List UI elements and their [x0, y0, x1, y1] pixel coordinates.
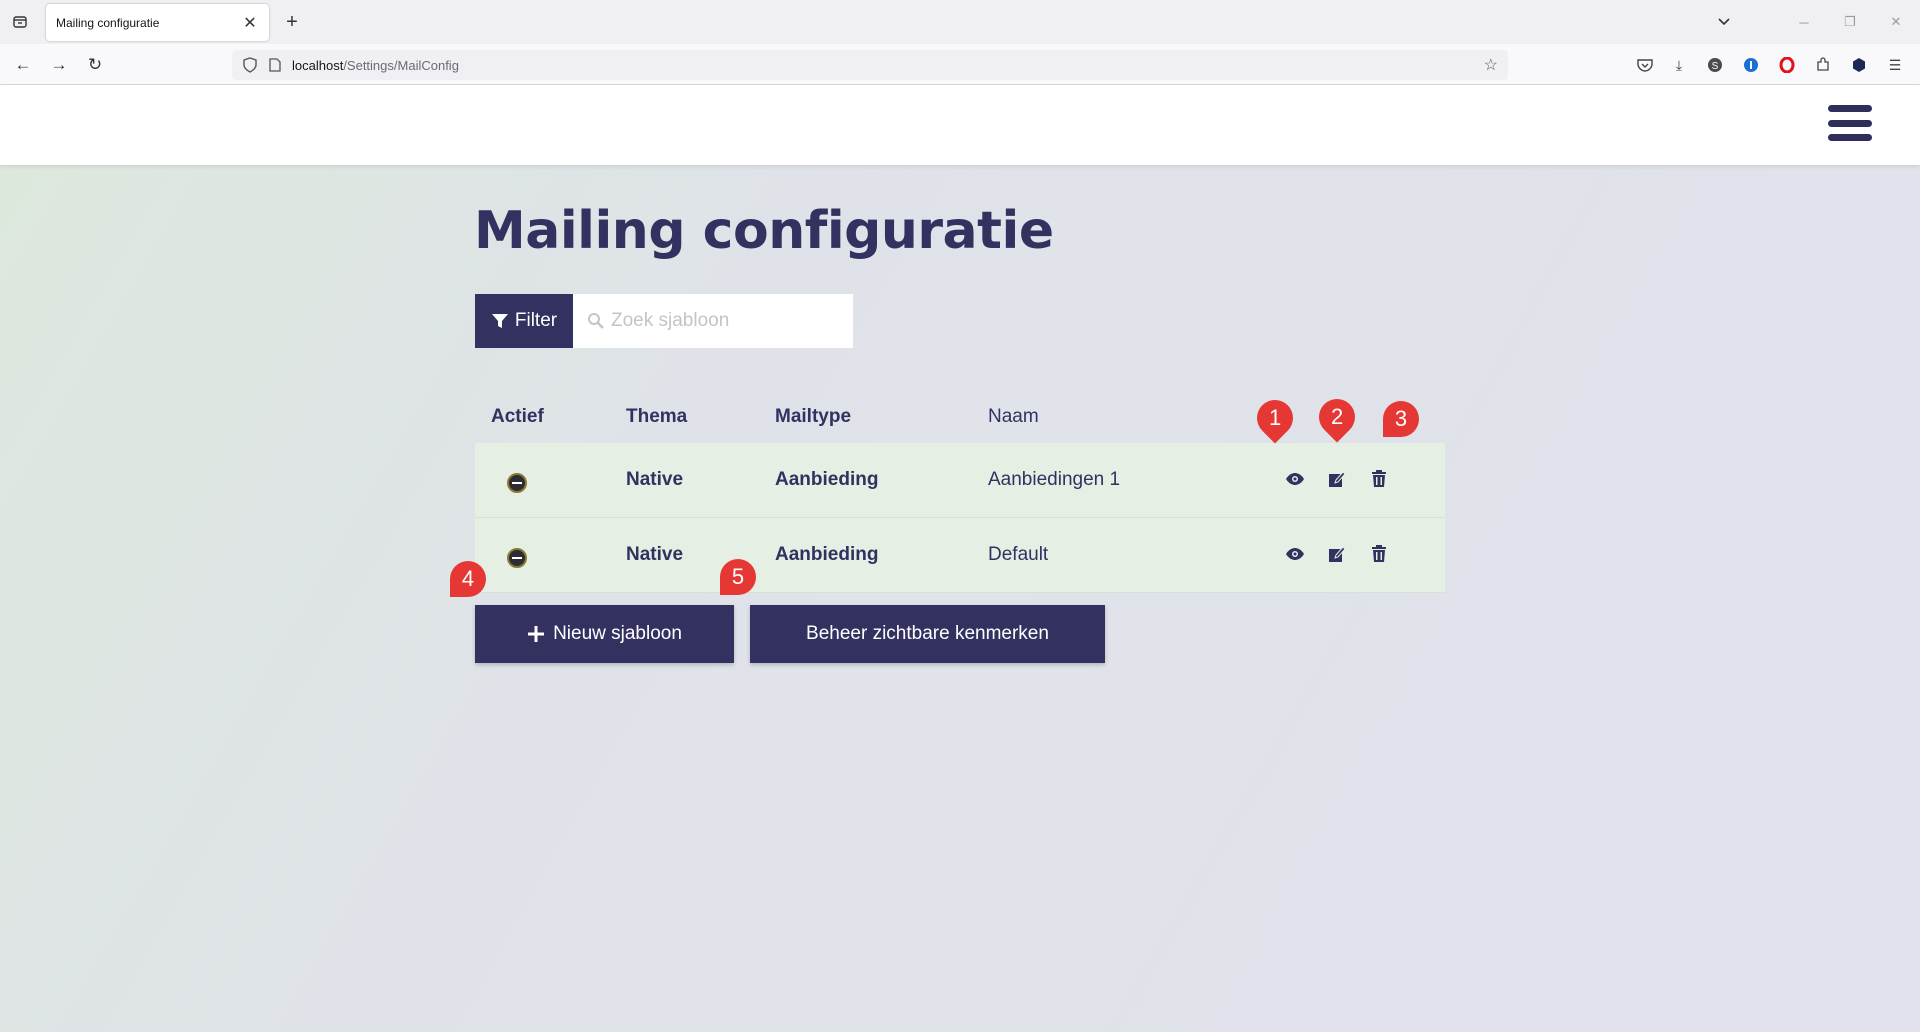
inactive-status-icon[interactable] [507, 548, 527, 568]
url-path: /Settings/MailConfig [343, 57, 459, 73]
page-info-icon[interactable] [266, 58, 284, 72]
new-tab-icon[interactable]: + [280, 10, 304, 34]
annotation-marker-3: 3 [1383, 401, 1419, 437]
back-icon[interactable]: ← [10, 52, 36, 78]
filter-button[interactable]: Filter [475, 294, 573, 348]
edit-icon[interactable] [1325, 467, 1349, 491]
password-manager-icon[interactable] [1740, 54, 1762, 76]
search-input[interactable] [611, 310, 831, 332]
marker-number: 5 [731, 564, 745, 589]
delete-trash-icon[interactable] [1367, 542, 1391, 566]
annotation-marker-4: 4 [450, 561, 486, 597]
filter-label: Filter [514, 310, 558, 331]
view-eye-icon[interactable] [1283, 467, 1307, 491]
restore-icon[interactable]: ❐ [1834, 10, 1866, 34]
marker-number: 3 [1394, 406, 1408, 431]
cell-naam: Default [988, 544, 1049, 565]
cell-thema: Native [626, 469, 684, 490]
extensions-puzzle-icon[interactable] [1812, 54, 1834, 76]
bookmark-star-icon[interactable]: ☆ [1484, 55, 1498, 75]
url-text[interactable]: localhost/Settings/MailConfig [292, 58, 459, 73]
cell-thema: Native [626, 544, 684, 565]
annotation-marker-5: 5 [720, 559, 756, 595]
extension-hex-icon[interactable] [1848, 54, 1870, 76]
forward-icon[interactable]: → [46, 52, 72, 78]
download-icon[interactable]: ⤓ [1668, 54, 1690, 76]
templates-table: Actief Thema Mailtype Naam Native Aanbie… [475, 393, 1445, 593]
close-window-icon[interactable]: ✕ [1880, 10, 1912, 34]
marker-number: 4 [461, 566, 475, 591]
page-content: Mailing configuratie Filter Actief Thema… [0, 85, 1920, 1032]
cell-mailtype: Aanbieding [775, 544, 879, 565]
header-mailtype: Mailtype [775, 406, 852, 427]
marker-number: 1 [1268, 405, 1282, 430]
reload-icon[interactable]: ↻ [82, 52, 108, 78]
minimize-icon[interactable]: ─ [1788, 10, 1820, 34]
url-host: localhost [292, 57, 344, 73]
svg-text:S: S [1712, 61, 1719, 72]
hamburger-menu-icon[interactable] [1828, 103, 1872, 143]
plus-icon [528, 626, 545, 642]
page-title: Mailing configuratie [474, 201, 1054, 261]
edit-icon[interactable] [1325, 542, 1349, 566]
cell-naam: Aanbiedingen 1 [988, 469, 1121, 490]
manage-attributes-button[interactable]: Beheer zichtbare kenmerken [750, 605, 1105, 663]
tab-overflow-chevron-icon[interactable] [1708, 10, 1740, 34]
pocket-icon[interactable] [1634, 54, 1656, 76]
header-thema: Thema [626, 406, 688, 427]
shield-icon[interactable] [240, 57, 260, 73]
inactive-status-icon[interactable] [507, 473, 527, 493]
browser-nav-bar: ← → ↻ localhost/Settings/MailConfig ☆ ⤓ … [0, 44, 1920, 85]
browser-tab-active[interactable]: Mailing configuratie ✕ [46, 4, 269, 41]
view-eye-icon[interactable] [1283, 542, 1307, 566]
extension-s-icon[interactable]: S [1704, 54, 1726, 76]
search-icon [588, 313, 604, 329]
table-row: Native Aanbieding Default [475, 518, 1445, 593]
delete-trash-icon[interactable] [1367, 467, 1391, 491]
marker-number: 2 [1330, 404, 1344, 429]
url-bar[interactable]: localhost/Settings/MailConfig ☆ [232, 50, 1508, 80]
search-box[interactable] [573, 294, 853, 348]
close-tab-icon[interactable]: ✕ [241, 13, 259, 33]
header-naam: Naam [988, 406, 1039, 427]
table-header: Actief Thema Mailtype Naam [475, 393, 1445, 443]
tab-list-icon[interactable] [8, 10, 32, 34]
app-menu-icon[interactable]: ☰ [1884, 54, 1906, 76]
filter-funnel-icon [491, 314, 508, 328]
browser-tab-bar: Mailing configuratie ✕ + ─ ❐ ✕ [0, 0, 1920, 44]
table-row: Native Aanbieding Aanbiedingen 1 [475, 443, 1445, 518]
new-template-button[interactable]: Nieuw sjabloon [475, 605, 734, 663]
opera-icon[interactable] [1776, 54, 1798, 76]
header-actief: Actief [491, 406, 544, 427]
cell-mailtype: Aanbieding [775, 469, 879, 490]
site-header [0, 85, 1920, 165]
new-template-label: Nieuw sjabloon [553, 623, 682, 644]
tab-title: Mailing configuratie [56, 15, 160, 30]
manage-attributes-label: Beheer zichtbare kenmerken [806, 623, 1049, 644]
